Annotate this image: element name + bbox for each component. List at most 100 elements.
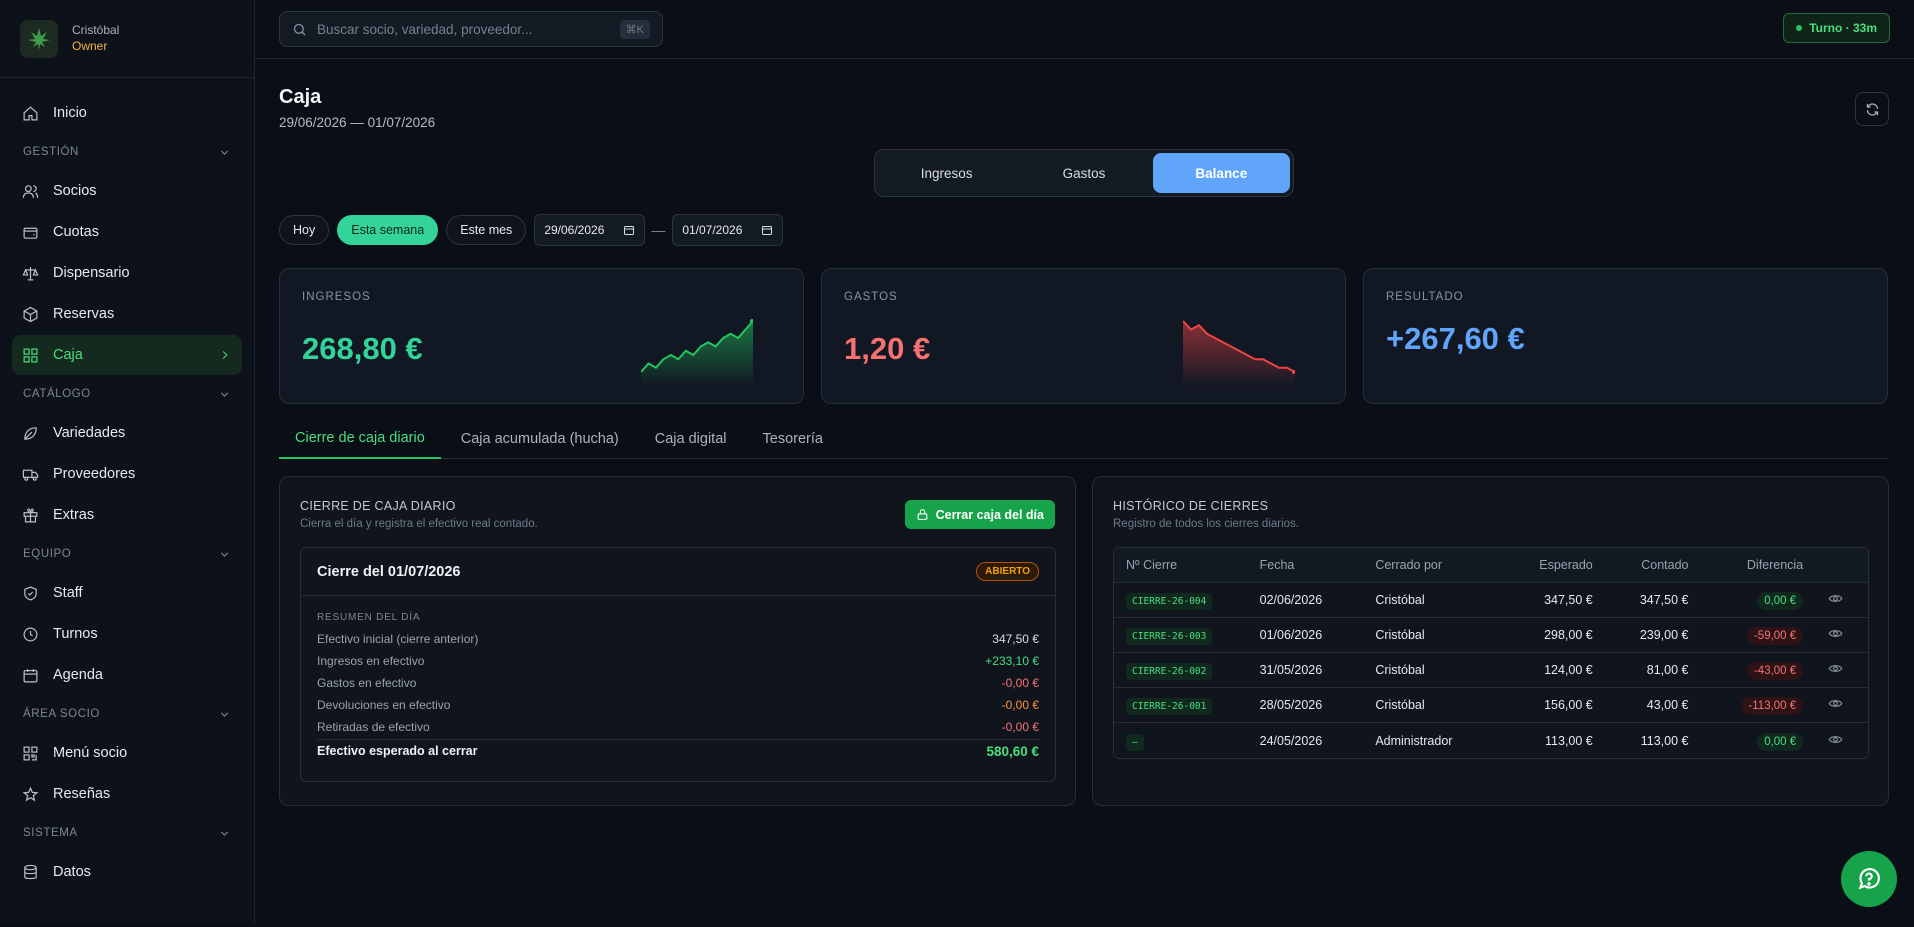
segment-ingresos[interactable]: Ingresos — [878, 153, 1015, 193]
status-badge: ABIERTO — [976, 562, 1039, 581]
tab-tesoreria[interactable]: Tesorería — [747, 419, 839, 459]
view-segmented-control: Ingresos Gastos Balance — [874, 149, 1294, 197]
tab-caja-acumulada[interactable]: Caja acumulada (hucha) — [445, 419, 635, 459]
sidebar-item-dispensario[interactable]: Dispensario — [12, 253, 242, 293]
cell-diferencia: 0,00 € — [1757, 592, 1804, 610]
cierre-id: CIERRE-26-002 — [1126, 663, 1213, 680]
summary-row-value: -0,00 € — [1001, 698, 1039, 712]
search-input[interactable]: Buscar socio, variedad, proveedor... ⌘K — [279, 11, 663, 47]
calendar-icon — [762, 226, 773, 235]
truck-icon — [22, 469, 39, 481]
ingresos-sparkline — [641, 319, 753, 387]
table-row: CIERRE-26-004 02/06/2026 Cristóbal 347,5… — [1114, 583, 1868, 618]
caja-tabs: Cierre de caja diario Caja acumulada (hu… — [279, 419, 1889, 459]
summary-total-label: Efectivo esperado al cerrar — [317, 744, 478, 758]
chevron-down-icon — [220, 711, 229, 717]
sidebar-item-variedades[interactable]: Variedades — [12, 413, 242, 453]
table-row: CIERRE-26-001 28/05/2026 Cristóbal 156,0… — [1114, 688, 1868, 723]
sidebar-item-label: Variedades — [53, 425, 126, 441]
column-header: Esperado — [1539, 558, 1593, 572]
summary-row: Gastos en efectivo -0,00 € — [317, 676, 1039, 690]
eye-icon — [1828, 595, 1843, 602]
help-chat-button[interactable] — [1841, 851, 1897, 907]
sidebar-item-datos[interactable]: Datos — [12, 852, 242, 892]
sidebar-item-label: Datos — [53, 864, 91, 880]
date-from-input[interactable]: 29/06/2026 — [534, 214, 646, 246]
cell-fecha: 02/06/2026 — [1259, 593, 1323, 607]
sidebar-item-extras[interactable]: Extras — [12, 495, 242, 535]
sidebar-item-socios[interactable]: Socios — [12, 171, 242, 211]
cell-esperado: 113,00 € — [1545, 733, 1593, 748]
section-equipo[interactable]: EQUIPO — [12, 536, 242, 572]
view-button[interactable] — [1803, 661, 1868, 679]
filter-hoy[interactable]: Hoy — [279, 215, 330, 245]
summary-row-label: Devoluciones en efectivo — [317, 698, 451, 712]
section-area-socio[interactable]: ÁREA SOCIO — [12, 696, 242, 732]
sidebar-item-resenas[interactable]: Reseñas — [12, 774, 242, 814]
view-button[interactable] — [1803, 732, 1868, 750]
brand[interactable]: Cristóbal Owner — [0, 0, 254, 78]
cell-fecha: 31/05/2026 — [1259, 663, 1323, 677]
search-icon — [293, 23, 306, 36]
view-button[interactable] — [1803, 591, 1868, 609]
date-to-input[interactable]: 01/07/2026 — [672, 214, 784, 246]
view-button[interactable] — [1803, 696, 1868, 714]
page-date-range: 29/06/2026 — 01/07/2026 — [279, 115, 436, 130]
sidebar-item-proveedores[interactable]: Proveedores — [12, 454, 242, 494]
shift-badge[interactable]: Turno · 33m — [1783, 13, 1890, 43]
sidebar-item-cuotas[interactable]: Cuotas — [12, 212, 242, 252]
column-header: Diferencia — [1746, 558, 1804, 572]
section-label: EQUIPO — [23, 548, 72, 560]
cierre-id: CIERRE-26-001 — [1126, 698, 1213, 715]
summary-row: Retiradas de efectivo -0,00 € — [317, 720, 1039, 734]
sidebar-item-reservas[interactable]: Reservas — [12, 294, 242, 334]
close-day-label: Cerrar caja del día — [935, 507, 1044, 522]
sidebar-item-turnos[interactable]: Turnos — [12, 614, 242, 654]
section-sistema[interactable]: SISTEMA — [12, 815, 242, 851]
table-header: Nº Cierre Fecha Cerrado por Esperado Con… — [1114, 548, 1868, 583]
database-icon — [24, 864, 37, 879]
cell-contado: 113,00 € — [1640, 733, 1689, 748]
summary-row: Efectivo inicial (cierre anterior) 347,5… — [317, 632, 1039, 646]
date-to-value: 01/07/2026 — [682, 223, 743, 237]
sidebar-item-inicio[interactable]: Inicio — [12, 93, 242, 133]
section-catalogo[interactable]: CATÁLOGO — [12, 376, 242, 412]
segment-gastos[interactable]: Gastos — [1015, 153, 1152, 193]
cell-diferencia: -113,00 € — [1741, 697, 1804, 715]
qr-code-icon — [23, 746, 38, 760]
section-label: CATÁLOGO — [23, 388, 91, 400]
kpi-label: INGRESOS — [302, 291, 371, 303]
filter-este-mes[interactable]: Este mes — [446, 215, 527, 245]
lock-icon — [917, 509, 927, 520]
home-icon — [23, 105, 38, 120]
shield-icon — [24, 585, 37, 600]
close-day-button[interactable]: Cerrar caja del día — [904, 500, 1055, 529]
kpi-cards: INGRESOS 268,80 € GASTOS 1,20 € RESULTAD… — [279, 268, 1889, 404]
date-from-value: 29/06/2026 — [544, 223, 605, 237]
panel-subtitle: Registro de todos los cierres diarios. — [1113, 518, 1299, 530]
sidebar-item-menu-socio[interactable]: Menú socio — [12, 733, 242, 773]
grid-icon — [23, 348, 38, 362]
tab-cierre-diario[interactable]: Cierre de caja diario — [279, 419, 441, 459]
sidebar-item-caja[interactable]: Caja — [12, 335, 242, 375]
cell-fecha: 01/06/2026 — [1259, 628, 1323, 642]
segment-balance[interactable]: Balance — [1152, 153, 1290, 193]
filter-esta-semana[interactable]: Esta semana — [337, 215, 439, 245]
sidebar-item-staff[interactable]: Staff — [12, 573, 242, 613]
user-role: Owner — [72, 38, 108, 53]
chevron-right-icon — [222, 351, 228, 359]
sidebar-item-label: Turnos — [53, 626, 98, 642]
view-button[interactable] — [1803, 626, 1868, 644]
sidebar-item-agenda[interactable]: Agenda — [12, 655, 242, 695]
sidebar-item-label: Extras — [53, 507, 95, 523]
chevron-down-icon — [220, 149, 229, 155]
refresh-button[interactable] — [1855, 92, 1889, 126]
search-placeholder: Buscar socio, variedad, proveedor... — [317, 21, 533, 37]
tab-caja-digital[interactable]: Caja digital — [639, 419, 743, 459]
gift-icon — [23, 507, 38, 522]
sidebar-item-label: Menú socio — [53, 745, 128, 761]
cell-cerrado-por: Cristóbal — [1375, 628, 1425, 642]
sidebar-item-label: Inicio — [53, 105, 87, 121]
eye-icon — [1828, 665, 1843, 672]
section-gestion[interactable]: GESTIÓN — [12, 134, 242, 170]
